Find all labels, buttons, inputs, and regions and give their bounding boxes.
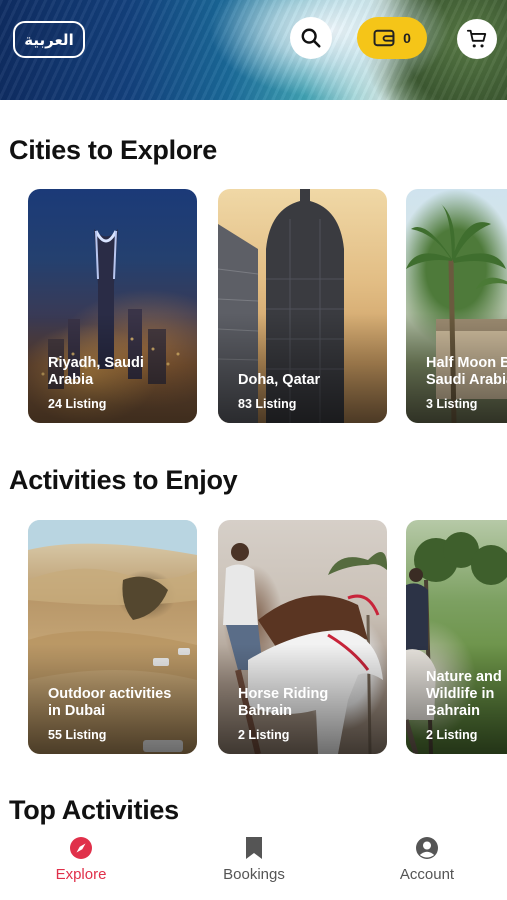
activities-carousel[interactable]: Outdoor activities in Dubai 55 Listing H… bbox=[0, 520, 507, 756]
nav-account[interactable]: Account bbox=[372, 836, 482, 883]
cart-icon bbox=[466, 29, 487, 48]
wallet-balance: 0 bbox=[403, 30, 411, 46]
nav-explore-label: Explore bbox=[55, 866, 107, 883]
city-listing-count: 83 Listing bbox=[238, 397, 297, 411]
bottom-navigation: Explore Bookings Account bbox=[0, 826, 507, 900]
nav-bookings-label: Bookings bbox=[223, 866, 285, 883]
activity-name: Nature and Wildlife in Bahrain bbox=[426, 669, 502, 719]
city-card-half-moon-bay[interactable]: Half Moon Bay, Saudi Arabia 3 Listing bbox=[406, 189, 507, 423]
city-name: Riyadh, Saudi Arabia bbox=[48, 355, 144, 388]
city-listing-count: 24 Listing bbox=[48, 397, 107, 411]
activity-listing-count: 55 Listing bbox=[48, 728, 107, 742]
cities-carousel[interactable]: Riyadh, Saudi Arabia 24 Listing Doha, Qa… bbox=[0, 189, 507, 425]
nav-explore[interactable]: Explore bbox=[26, 836, 136, 883]
top-activities-section-title: Top Activities bbox=[9, 795, 179, 825]
wallet-button[interactable]: 0 bbox=[357, 17, 427, 59]
activity-name: Outdoor activities in Dubai bbox=[48, 686, 172, 719]
activity-listing-count: 2 Listing bbox=[238, 728, 290, 742]
nav-account-label: Account bbox=[399, 866, 455, 883]
city-listing-count: 3 Listing bbox=[426, 397, 478, 411]
activity-card-outdoor-dubai[interactable]: Outdoor activities in Dubai 55 Listing bbox=[28, 520, 197, 754]
cities-section-title: Cities to Explore bbox=[9, 135, 217, 165]
cart-button[interactable] bbox=[457, 19, 497, 59]
activities-section-title: Activities to Enjoy bbox=[9, 465, 238, 495]
search-icon bbox=[301, 28, 321, 48]
user-circle-icon bbox=[416, 837, 438, 859]
city-name: Half Moon Bay, Saudi Arabia bbox=[426, 355, 507, 388]
header-banner: العربية 0 bbox=[0, 0, 507, 100]
city-name: Doha, Qatar bbox=[238, 372, 321, 388]
search-button[interactable] bbox=[290, 17, 332, 59]
language-label: العربية bbox=[24, 30, 74, 49]
activity-card-horse-riding[interactable]: Horse Riding Bahrain 2 Listing bbox=[218, 520, 387, 754]
city-card-doha[interactable]: Doha, Qatar 83 Listing bbox=[218, 189, 387, 423]
wallet-icon bbox=[373, 29, 395, 47]
activity-listing-count: 2 Listing bbox=[426, 728, 478, 742]
nav-bookings[interactable]: Bookings bbox=[199, 836, 309, 883]
activity-name: Horse Riding Bahrain bbox=[238, 686, 329, 719]
city-card-riyadh[interactable]: Riyadh, Saudi Arabia 24 Listing bbox=[28, 189, 197, 423]
compass-icon bbox=[70, 837, 92, 859]
bookmark-icon bbox=[246, 837, 262, 859]
language-toggle-button[interactable]: العربية bbox=[13, 21, 85, 58]
activity-card-nature-wildlife[interactable]: Nature and Wildlife in Bahrain 2 Listing bbox=[406, 520, 507, 754]
